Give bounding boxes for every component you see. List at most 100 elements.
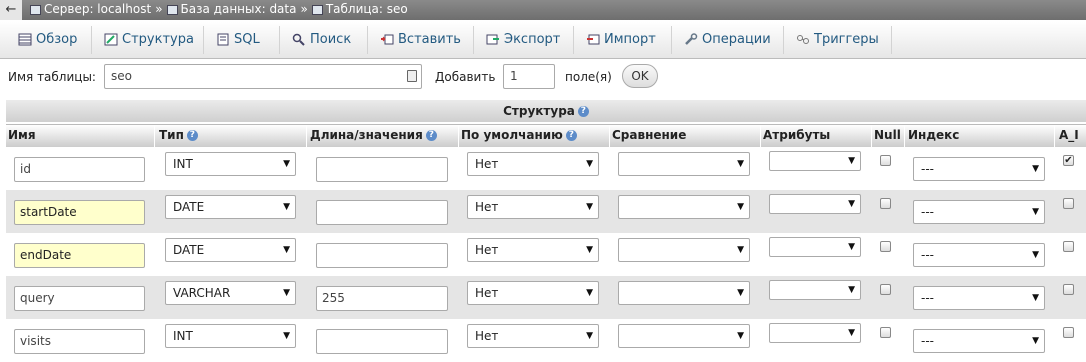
type-select[interactable]: DATE ▼: [165, 238, 296, 262]
collation-select[interactable]: ▼: [618, 195, 750, 219]
tab-bar: Обзор Структура SQL Поиск Вставить Экспо…: [0, 22, 1086, 59]
collation-select[interactable]: ▼: [618, 152, 750, 176]
index-value: ---: [921, 291, 934, 305]
index-select[interactable]: --- ▼: [913, 243, 1045, 267]
attributes-select[interactable]: ▼: [769, 151, 861, 171]
tab-import[interactable]: Импорт: [574, 26, 672, 54]
browse-icon: [18, 33, 32, 46]
table-icon: [311, 5, 323, 15]
collation-select[interactable]: ▼: [618, 324, 750, 348]
database-icon: [166, 5, 178, 15]
help-icon[interactable]: ?: [186, 130, 198, 141]
column-divider: [904, 125, 905, 147]
tab-search[interactable]: Поиск: [280, 26, 368, 54]
dropdown-arrow-icon: ▼: [848, 285, 855, 295]
index-select[interactable]: --- ▼: [913, 286, 1045, 310]
ai-checkbox[interactable]: [1063, 284, 1074, 295]
breadcrumb-table[interactable]: Таблица: seo: [326, 2, 408, 16]
breadcrumb-server[interactable]: Сервер: localhost: [44, 2, 151, 16]
structure-title: Структура: [503, 104, 575, 118]
col-header-null: Null: [874, 128, 901, 142]
help-icon[interactable]: ?: [577, 106, 589, 117]
col-header-collation: Сравнение: [612, 128, 687, 142]
type-select[interactable]: DATE ▼: [165, 195, 296, 219]
null-checkbox[interactable]: [880, 327, 891, 338]
help-icon[interactable]: ?: [425, 130, 437, 141]
null-checkbox[interactable]: [880, 198, 891, 209]
tab-sql[interactable]: SQL: [204, 26, 280, 54]
column-name-input[interactable]: id: [14, 157, 145, 182]
type-value: VARCHAR: [173, 286, 231, 300]
ai-checkbox[interactable]: ✔: [1063, 155, 1074, 166]
column-name-input[interactable]: visits: [14, 329, 145, 354]
dropdown-arrow-icon: ▼: [737, 202, 744, 212]
column-name-input[interactable]: query: [14, 286, 145, 311]
null-checkbox[interactable]: [880, 155, 891, 166]
dropdown-arrow-icon: ▼: [848, 156, 855, 166]
insert-icon: [381, 34, 394, 45]
column-name-input[interactable]: startDate: [14, 200, 145, 225]
column-name-input[interactable]: endDate: [14, 243, 145, 268]
length-input[interactable]: 255: [316, 286, 448, 311]
attributes-select[interactable]: ▼: [769, 194, 861, 214]
tab-structure[interactable]: Структура: [92, 26, 204, 54]
tab-label: Структура: [122, 32, 194, 47]
default-select[interactable]: Нет ▼: [467, 324, 599, 348]
dropdown-arrow-icon: ▼: [586, 245, 593, 255]
breadcrumb-database[interactable]: База данных: data: [181, 2, 297, 16]
null-checkbox[interactable]: [880, 241, 891, 252]
length-input[interactable]: [316, 243, 448, 268]
structure-header: Структура?: [6, 100, 1086, 122]
dropdown-arrow-icon: ▼: [283, 245, 290, 255]
length-input[interactable]: [316, 329, 448, 354]
export-icon: [486, 34, 499, 45]
breadcrumb-separator: »: [300, 2, 308, 16]
help-icon[interactable]: ?: [565, 130, 577, 141]
back-arrow-icon[interactable]: ←: [0, 0, 22, 20]
default-select[interactable]: Нет ▼: [467, 238, 599, 262]
column-name-value: query: [20, 291, 55, 305]
tab-operations[interactable]: Операции: [672, 26, 784, 54]
import-icon: [587, 34, 600, 45]
default-select[interactable]: Нет ▼: [467, 152, 599, 176]
attributes-select[interactable]: ▼: [769, 237, 861, 257]
collation-select[interactable]: ▼: [618, 238, 750, 262]
tab-browse[interactable]: Обзор: [6, 26, 92, 54]
table-name-input[interactable]: seo: [104, 64, 422, 89]
dropdown-arrow-icon: ▼: [848, 199, 855, 209]
type-select[interactable]: INT ▼: [165, 152, 296, 176]
type-select[interactable]: INT ▼: [165, 324, 296, 348]
col-header-default-text: По умолчанию: [461, 128, 563, 142]
ok-button[interactable]: OK: [622, 64, 658, 88]
dropdown-arrow-icon: ▼: [1032, 250, 1039, 260]
ai-checkbox[interactable]: [1063, 241, 1074, 252]
attributes-select[interactable]: ▼: [769, 280, 861, 300]
collation-select[interactable]: ▼: [618, 281, 750, 305]
add-fields-count-input[interactable]: 1: [503, 64, 555, 89]
col-header-index: Индекс: [908, 128, 960, 142]
length-input[interactable]: [316, 157, 448, 182]
dropdown-arrow-icon: ▼: [848, 242, 855, 252]
tab-export[interactable]: Экспорт: [474, 26, 574, 54]
type-value: INT: [173, 157, 193, 171]
tab-insert[interactable]: Вставить: [368, 26, 474, 54]
type-value: DATE: [173, 243, 205, 257]
table-row: id INT ▼ Нет ▼ ▼ ▼ --- ▼ ✔: [6, 147, 1086, 190]
index-select[interactable]: --- ▼: [913, 200, 1045, 224]
type-select[interactable]: VARCHAR ▼: [165, 281, 296, 305]
attributes-select[interactable]: ▼: [769, 323, 861, 343]
length-input[interactable]: [316, 200, 448, 225]
dropdown-arrow-icon: ▼: [737, 245, 744, 255]
index-value: ---: [921, 334, 934, 348]
dropdown-arrow-icon: ▼: [283, 331, 290, 341]
index-select[interactable]: --- ▼: [913, 329, 1045, 353]
default-select[interactable]: Нет ▼: [467, 281, 599, 305]
default-select[interactable]: Нет ▼: [467, 195, 599, 219]
ai-checkbox[interactable]: [1063, 327, 1074, 338]
null-checkbox[interactable]: [880, 284, 891, 295]
index-select[interactable]: --- ▼: [913, 157, 1045, 181]
column-divider: [458, 125, 459, 147]
ai-checkbox[interactable]: [1063, 198, 1074, 209]
col-header-ai: A_I: [1059, 128, 1079, 142]
tab-triggers[interactable]: Триггеры: [784, 26, 892, 54]
